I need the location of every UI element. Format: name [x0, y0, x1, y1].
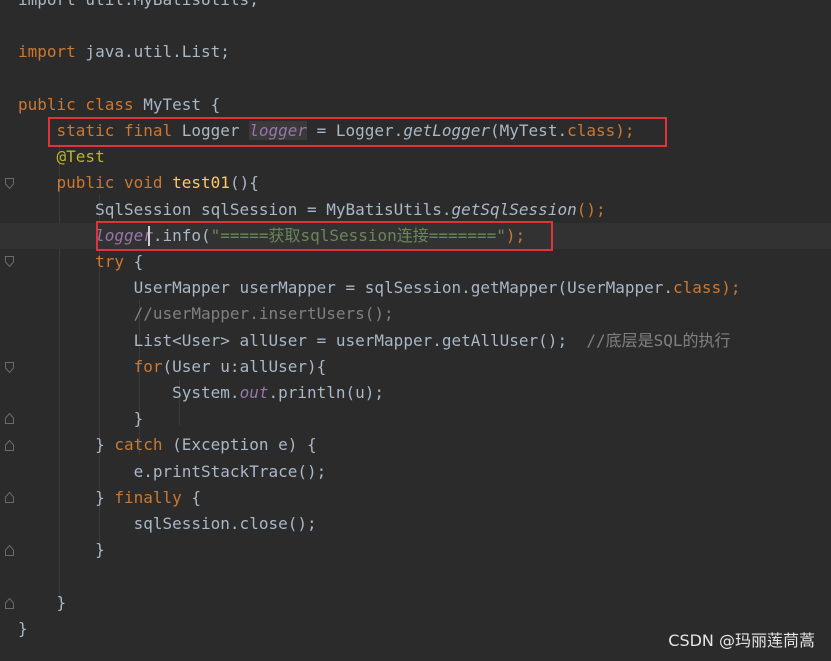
code-line[interactable]: import java.util.List;	[18, 39, 230, 65]
code-line[interactable]: public class MyTest {	[18, 92, 220, 118]
code-line[interactable]: System.out.println(u);	[18, 380, 384, 406]
code-token: }	[18, 409, 144, 429]
editor-gutter	[0, 0, 18, 661]
code-line[interactable]: sqlSession.close();	[18, 511, 317, 537]
code-token: {	[123, 252, 144, 271]
code-line[interactable]: public void test01(){	[18, 170, 259, 196]
code-token: (){	[229, 173, 259, 193]
code-token: .println(u);	[268, 383, 385, 402]
code-line[interactable]: UserMapper userMapper = sqlSession.getMa…	[18, 275, 741, 301]
code-token: @Test	[56, 147, 105, 167]
highlight-box-logger-declaration	[48, 117, 667, 147]
code-line[interactable]: } finally {	[18, 485, 201, 511]
code-line[interactable]: SqlSession sqlSession = MyBatisUtils.get…	[18, 197, 606, 223]
code-line[interactable]: for(User u:allUser){	[18, 354, 327, 380]
code-token: //底层是SQL的执行	[567, 330, 731, 350]
watermark: CSDN @玛丽莲茼蒿	[668, 631, 815, 650]
fold-marker-icon[interactable]	[5, 362, 14, 373]
code-token: public class	[18, 94, 134, 114]
code-token: }	[18, 618, 28, 638]
code-line[interactable]: }	[18, 590, 67, 616]
code-line[interactable]: List<User> allUser = userMapper.getAllUs…	[18, 328, 731, 354]
code-line[interactable]: e.printStackTrace();	[18, 459, 327, 485]
fold-marker-icon[interactable]	[5, 256, 14, 267]
code-token: );	[721, 278, 741, 298]
fold-marker-icon[interactable]	[5, 598, 14, 609]
code-token: }	[18, 540, 105, 560]
code-token: class	[673, 278, 722, 298]
code-token: getSqlSession	[451, 199, 577, 219]
code-line[interactable]: @Test	[18, 144, 105, 170]
code-token: }	[18, 487, 115, 507]
code-editor[interactable]: import util.MyBatisUtils; import java.uti…	[0, 0, 831, 661]
code-token: ();	[576, 199, 606, 219]
highlight-box-logger-info-call	[96, 221, 553, 251]
code-token: out	[239, 383, 269, 402]
code-token: (Exception e) {	[162, 435, 317, 455]
fold-marker-icon[interactable]	[5, 178, 14, 189]
fold-marker-icon[interactable]	[5, 545, 14, 556]
code-token: e.printStackTrace();	[18, 461, 327, 481]
code-token: import	[18, 42, 76, 62]
fold-marker-icon[interactable]	[5, 413, 14, 424]
code-line[interactable]: import util.MyBatisUtils;	[18, 0, 259, 13]
code-token: }	[18, 592, 67, 612]
code-token: (User u:allUser){	[162, 356, 327, 376]
code-line[interactable]: try {	[18, 249, 143, 275]
fold-marker-icon[interactable]	[5, 492, 14, 503]
code-line[interactable]: }	[18, 537, 105, 563]
code-token: try	[95, 252, 124, 271]
code-token: List<User> allUser = userMapper.getAllUs…	[18, 330, 568, 350]
code-token: finally	[114, 487, 182, 507]
code-token: catch	[114, 435, 163, 455]
code-token: UserMapper userMapper = sqlSession.getMa…	[18, 278, 674, 298]
code-token: SqlSession sqlSession = MyBatisUtils.	[18, 199, 452, 219]
code-token: test01	[172, 173, 230, 193]
code-line[interactable]: }	[18, 616, 28, 642]
code-token: sqlSession.close();	[18, 514, 317, 533]
code-token: }	[18, 435, 115, 455]
code-line[interactable]: //userMapper.insertUsers();	[18, 301, 394, 327]
text-caret	[148, 226, 150, 246]
fold-marker-icon[interactable]	[5, 440, 14, 451]
code-token: MyTest {	[133, 94, 221, 114]
code-token: java.util.List;	[75, 42, 230, 62]
code-token: System.	[18, 383, 240, 402]
code-token: import util.MyBatisUtils;	[18, 0, 259, 9]
code-token: {	[181, 487, 202, 507]
code-token: for	[133, 356, 163, 376]
code-token: public void	[56, 173, 163, 193]
code-line[interactable]: }	[18, 406, 144, 432]
code-token: //userMapper.insertUsers();	[133, 304, 394, 324]
code-line[interactable]: } catch (Exception e) {	[18, 432, 317, 458]
